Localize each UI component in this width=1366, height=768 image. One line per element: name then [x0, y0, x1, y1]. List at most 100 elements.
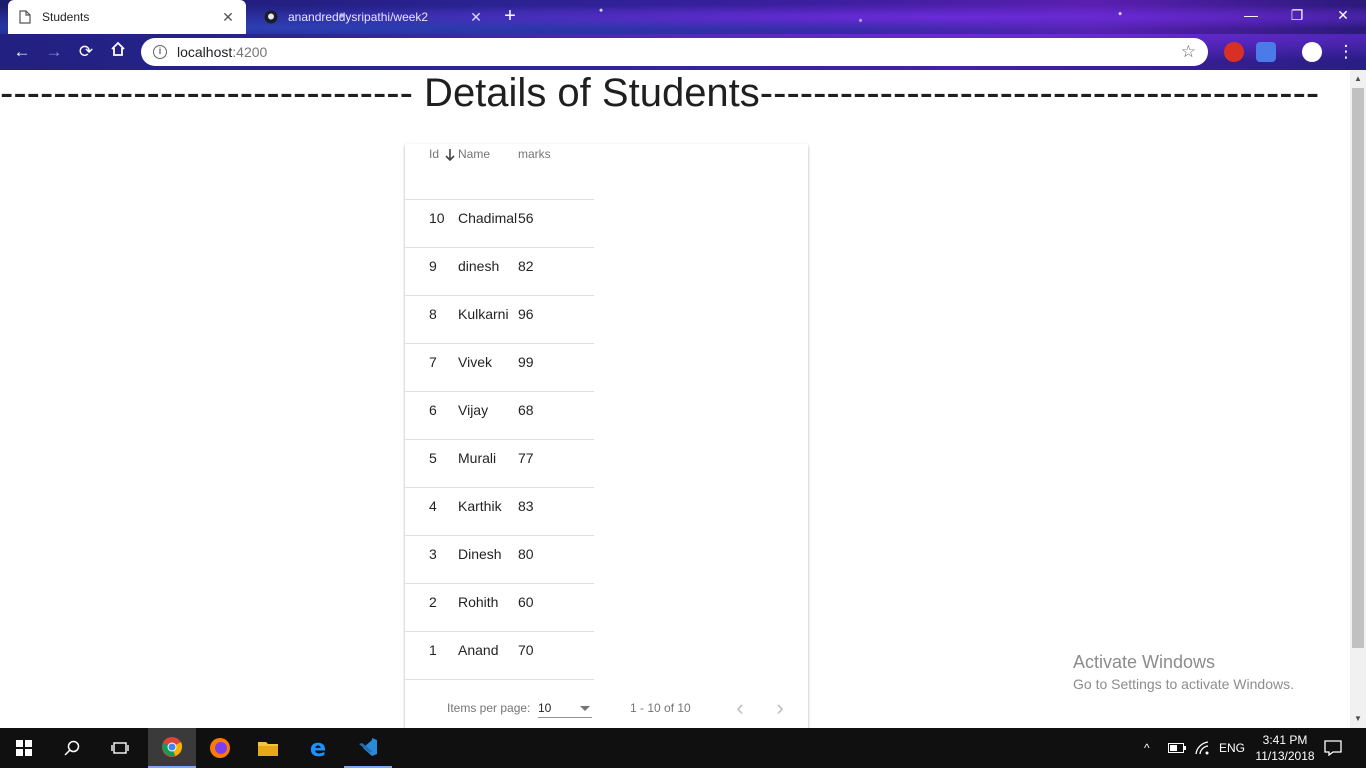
system-clock[interactable]: 3:41 PM 11/13/2018	[1250, 732, 1320, 764]
url-text: localhost:4200	[177, 44, 268, 60]
cell-id: 9	[429, 258, 437, 274]
notifications-icon[interactable]	[1324, 728, 1342, 768]
table-row: 6 Vijay 68	[405, 392, 594, 440]
search-icon[interactable]	[48, 728, 96, 768]
task-view-icon[interactable]	[96, 728, 144, 768]
table-row: 7 Vivek 99	[405, 344, 594, 392]
cell-id: 4	[429, 498, 437, 514]
cell-name: dinesh	[458, 258, 500, 274]
firefox-icon[interactable]	[196, 728, 244, 768]
back-icon[interactable]: ←	[10, 40, 34, 64]
language-indicator[interactable]: ENG	[1219, 728, 1245, 768]
cell-name: Chadimal	[458, 210, 518, 226]
taskbar: e ^ ENG 3:41 PM 11/13/2018	[0, 728, 1366, 768]
tab-students[interactable]: Students ✕	[8, 0, 246, 34]
cell-id: 5	[429, 450, 437, 466]
cell-id: 1	[429, 642, 437, 658]
tab-title: anandreddysripathi/week2	[288, 10, 429, 24]
cell-id: 10	[429, 210, 445, 226]
cell-marks: 80	[518, 546, 534, 562]
table-row: 8 Kulkarni 96	[405, 296, 594, 344]
table-row: 9 dinesh 82	[405, 248, 594, 296]
windows-start-icon[interactable]	[0, 728, 48, 768]
table-row: 5 Murali 77	[405, 440, 594, 488]
paginator: Items per page: 10 1 - 10 of 10 ‹ ›	[405, 694, 808, 728]
menu-icon[interactable]: ⋮	[1334, 40, 1358, 64]
page-icon	[18, 10, 32, 24]
tab-title: Students	[42, 10, 90, 24]
page-range-label: 1 - 10 of 10	[630, 701, 691, 715]
scroll-up-icon[interactable]: ▲	[1354, 74, 1362, 83]
wifi-icon[interactable]	[1194, 728, 1210, 768]
vscode-icon[interactable]	[344, 728, 392, 768]
table-row: 4 Karthik 83	[405, 488, 594, 536]
items-per-page-value: 10	[538, 701, 552, 715]
bookmark-star-icon[interactable]: ☆	[1181, 42, 1196, 62]
table-row: 10 Chadimal 56	[405, 200, 594, 248]
cell-marks: 56	[518, 210, 534, 226]
dropdown-caret-icon	[580, 706, 590, 711]
table-row: 2 Rohith 60	[405, 584, 594, 632]
info-icon[interactable]: i	[153, 45, 167, 59]
translate-icon[interactable]	[1256, 42, 1276, 62]
cell-marks: 99	[518, 354, 534, 370]
file-explorer-icon[interactable]	[244, 728, 292, 768]
extension-icon[interactable]	[1224, 42, 1244, 62]
chrome-icon[interactable]	[148, 728, 196, 768]
cell-id: 8	[429, 306, 437, 322]
cell-marks: 82	[518, 258, 534, 274]
page-viewport: ------------------------------- Details …	[0, 70, 1350, 728]
cell-marks: 77	[518, 450, 534, 466]
vertical-scrollbar[interactable]: ▲ ▼	[1350, 70, 1366, 728]
previous-page-button[interactable]: ‹	[725, 694, 755, 724]
cell-name: Vijay	[458, 402, 489, 418]
activate-windows-watermark: Activate Windows Go to Settings to activ…	[1073, 652, 1294, 692]
browser-toolbar: ← → ⟳ i localhost:4200 ☆ ⋮	[0, 34, 1366, 70]
cell-name: Karthik	[458, 498, 502, 514]
scroll-down-icon[interactable]: ▼	[1354, 714, 1362, 723]
close-tab-icon[interactable]: ✕	[220, 9, 236, 26]
cell-id: 6	[429, 402, 437, 418]
cell-name: Dinesh	[458, 546, 502, 562]
cell-marks: 96	[518, 306, 534, 322]
home-icon[interactable]	[106, 40, 130, 64]
cell-name: Anand	[458, 642, 499, 658]
profile-icon[interactable]	[1302, 42, 1322, 62]
edge-icon[interactable]: e	[294, 728, 342, 768]
cell-name: Vivek	[458, 354, 492, 370]
new-tab-button[interactable]: +	[500, 6, 520, 26]
minimize-icon[interactable]: —	[1228, 0, 1274, 30]
battery-icon[interactable]	[1168, 728, 1186, 768]
column-header-id[interactable]: Id	[429, 147, 439, 161]
table-row: 1 Anand 70	[405, 632, 594, 680]
github-icon	[264, 10, 278, 24]
restore-icon[interactable]: ❐	[1274, 0, 1320, 30]
sort-arrow-icon	[445, 146, 455, 164]
tab-github[interactable]: anandreddysripathi/week2 ✕	[254, 0, 494, 34]
items-per-page-select[interactable]: 10	[538, 698, 592, 718]
show-hidden-icons-icon[interactable]: ^	[1144, 728, 1150, 768]
cell-name: Kulkarni	[458, 306, 509, 322]
address-bar[interactable]: i localhost:4200 ☆	[141, 38, 1208, 66]
cell-id: 2	[429, 594, 437, 610]
cell-id: 7	[429, 354, 437, 370]
browser-titlebar: Students ✕ anandreddysripathi/week2 ✕ + …	[0, 0, 1366, 34]
scrollbar-thumb[interactable]	[1352, 88, 1364, 648]
cell-marks: 68	[518, 402, 534, 418]
column-header-marks[interactable]: marks	[518, 147, 551, 161]
close-window-icon[interactable]: ✕	[1320, 0, 1366, 30]
items-per-page-label: Items per page:	[447, 701, 531, 715]
cell-name: Rohith	[458, 594, 499, 610]
forward-icon[interactable]: →	[42, 40, 66, 64]
table-header-row: Id Name marks	[405, 144, 594, 200]
reload-icon[interactable]: ⟳	[74, 40, 98, 64]
cell-name: Murali	[458, 450, 497, 466]
next-page-button[interactable]: ›	[765, 694, 795, 724]
table-row: 3 Dinesh 80	[405, 536, 594, 584]
cell-marks: 70	[518, 642, 534, 658]
cell-marks: 83	[518, 498, 534, 514]
column-header-name[interactable]: Name	[458, 147, 490, 161]
table-body: 10 Chadimal 56 9 dinesh 82 8 Kulkarni 96 7 Vive…	[405, 200, 594, 680]
close-tab-icon[interactable]: ✕	[468, 9, 484, 26]
cell-marks: 60	[518, 594, 534, 610]
